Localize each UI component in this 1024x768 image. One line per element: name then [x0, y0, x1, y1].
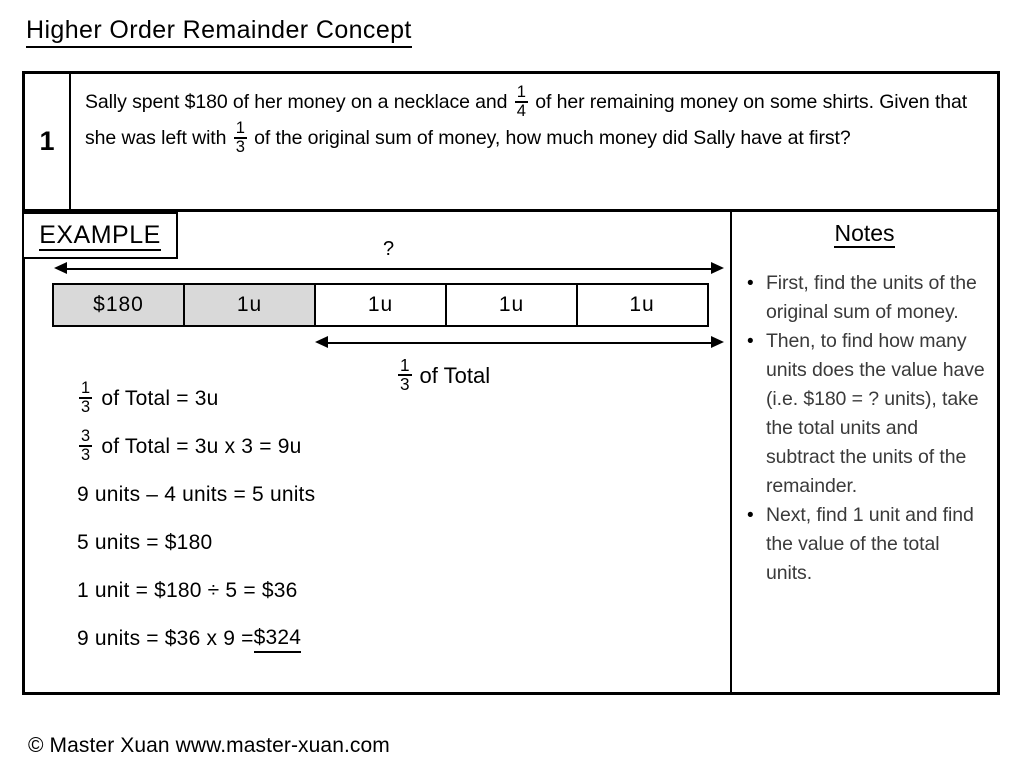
notes-bullet-text: First, find the units of the original su… [766, 272, 977, 323]
notes-title-text: Notes [834, 220, 895, 248]
fraction: 13 [79, 379, 93, 416]
fraction: 33 [79, 427, 93, 464]
notes-title: Notes [732, 220, 997, 248]
bullet-icon: • [747, 505, 754, 526]
working-line: 5 units = $180 [77, 530, 720, 556]
bar-cell-label: 1u [367, 293, 394, 316]
fraction-denominator: 3 [235, 136, 245, 156]
fraction-numerator: 1 [400, 355, 410, 375]
bar-cell: 1u [447, 285, 578, 325]
bar-cell: $180 [54, 285, 185, 325]
bar-cell-label: $180 [93, 293, 144, 316]
question-number: 1 [39, 126, 55, 156]
working-line-text: 9 units – 4 units = 5 units [77, 483, 316, 506]
bar-cell: 1u [185, 285, 316, 325]
question-text-cell: Sally spent $180 of her money on a neckl… [71, 74, 997, 209]
total-arrow-label: ? [383, 238, 395, 260]
working-line-text: 9 units = $36 x 9 = [77, 627, 254, 650]
question-text-part3: of the original sum of money, how much m… [254, 126, 851, 149]
working-line-text: of Total = 3u [101, 387, 219, 410]
third-arrow-head-left [315, 336, 328, 348]
bar-cell: 1u [578, 285, 706, 325]
total-arrow-head-right [711, 262, 724, 274]
example-badge: EXAMPLE [22, 212, 178, 259]
bar-cell: 1u [316, 285, 447, 325]
notes-bullet-text: Then, to find how many units does the va… [766, 330, 985, 497]
question-number-cell: 1 [25, 74, 71, 209]
question-row: 1 Sally spent $180 of her money on a nec… [25, 74, 997, 212]
fraction-one-quarter: 1 4 [514, 82, 528, 120]
working-line: 1 3 of Total = 3u [77, 380, 720, 415]
fraction-numerator: 1 [81, 379, 91, 398]
bar-model: $180 1u 1u 1u 1u [52, 283, 709, 327]
fraction-numerator: 1 [235, 117, 245, 137]
fraction-numerator: 3 [81, 427, 91, 446]
total-arrow-line [67, 268, 711, 270]
working-steps: 1 3 of Total = 3u 3 3 of Total = 3u x 3 = 9u 9… [77, 380, 720, 674]
notes-bullet: • Next, find 1 unit and find the value of… [747, 501, 985, 588]
worksheet-frame: 1 Sally spent $180 of her money on a nec… [22, 71, 1000, 695]
working-line: 3 3 of Total = 3u x 3 = 9u [77, 428, 720, 463]
fraction-denominator: 3 [81, 446, 91, 464]
third-arrow-head-right [711, 336, 724, 348]
example-label: EXAMPLE [39, 220, 161, 251]
bullet-icon: • [747, 273, 754, 294]
final-answer: $324 [253, 626, 302, 653]
working-line: 9 units – 4 units = 5 units [77, 482, 720, 508]
working-line-text: 1 unit = $180 ÷ 5 = $36 [77, 579, 298, 602]
bullet-icon: • [747, 331, 754, 352]
fraction-denominator: 4 [516, 100, 526, 120]
notes-column: Notes • First, find the units of the orig… [732, 212, 997, 692]
bar-cell-label: 1u [236, 293, 263, 316]
footer-credit: © Master Xuan www.master-xuan.com [28, 734, 390, 757]
question-text: Sally spent $180 of her money on a neckl… [85, 82, 983, 157]
body-row: EXAMPLE ? $1801u1u1u1u 1 3 of Total [22, 212, 997, 692]
fraction-denominator: 3 [81, 398, 91, 416]
notes-bullet-text: Next, find 1 unit and find the value of … [766, 504, 974, 584]
bar-cell-label: 1u [629, 293, 655, 316]
page-title: Higher Order Remainder Concept [26, 16, 412, 48]
question-text-part1: Sally spent $180 of her money on a neckl… [85, 91, 508, 114]
example-column: EXAMPLE ? $1801u1u1u1u 1 3 of Total [22, 212, 732, 692]
notes-bullet: • Then, to find how many units does the v… [747, 327, 985, 501]
working-line: 9 units = $36 x 9 = $324 [77, 626, 720, 653]
notes-list: • First, find the units of the original s… [740, 269, 989, 588]
working-line-text: of Total = 3u x 3 = 9u [101, 435, 302, 458]
working-line-text: 5 units = $180 [77, 531, 213, 554]
fraction-numerator: 1 [516, 82, 526, 101]
fraction-one-third: 1 3 [233, 117, 247, 156]
working-line: 1 unit = $180 ÷ 5 = $36 [77, 578, 720, 604]
notes-bullet: • First, find the units of the original s… [747, 269, 985, 327]
total-arrow-head-left [54, 262, 67, 274]
bar-cell-label: 1u [498, 293, 525, 316]
third-arrow-line [328, 342, 711, 344]
